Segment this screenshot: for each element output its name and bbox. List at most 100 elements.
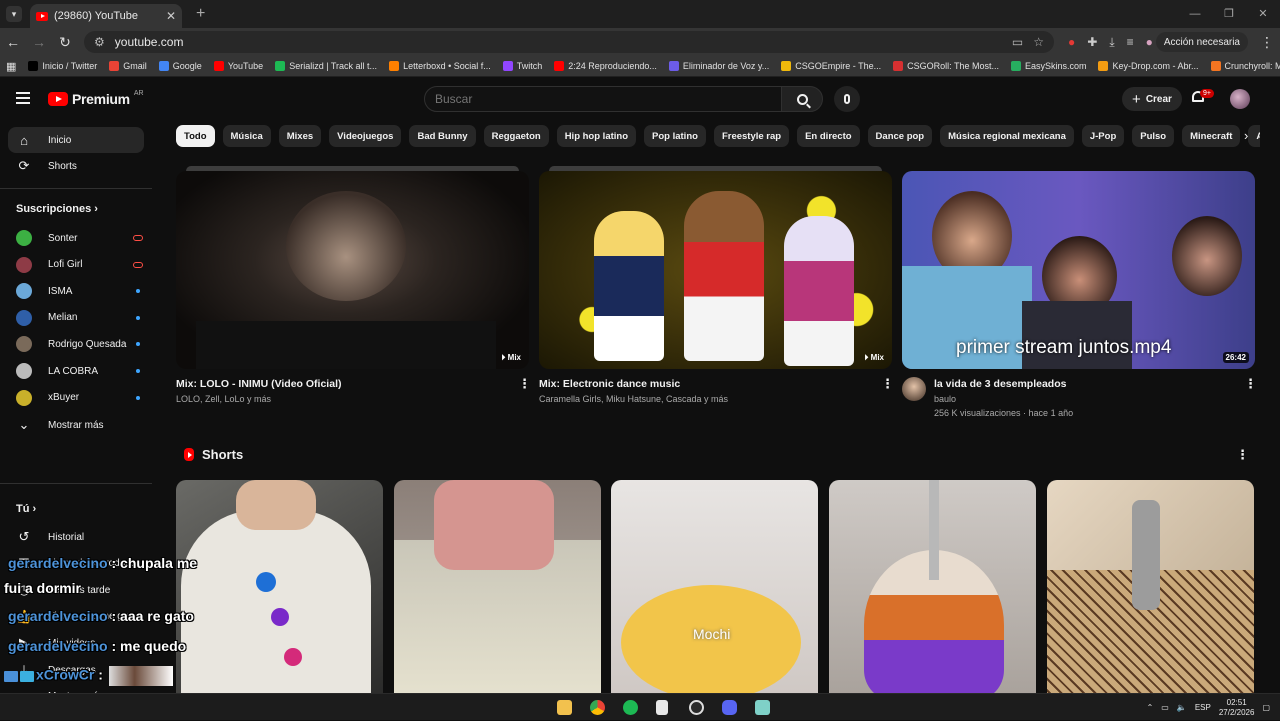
notification-center-icon[interactable]: ▢: [1262, 703, 1270, 712]
video-thumbnail[interactable]: ⏵ Mix: [176, 171, 529, 369]
sidebar-show-more[interactable]: ⌄ Mostrar más: [8, 412, 144, 438]
extension-red-icon[interactable]: ●: [1068, 35, 1075, 49]
app-icon[interactable]: [755, 700, 770, 715]
bookmark-item[interactable]: CSGOEmpire - The...: [781, 61, 881, 71]
category-chip[interactable]: Pulso: [1132, 125, 1175, 147]
sidebar-item-you[interactable]: ↺ Historial: [8, 524, 144, 550]
back-icon[interactable]: ←: [0, 34, 26, 50]
action-required-button[interactable]: Acción necesaria: [1155, 32, 1248, 52]
bookmark-item[interactable]: YouTube: [213, 61, 263, 71]
new-tab-icon[interactable]: +: [196, 5, 205, 23]
close-tab-icon[interactable]: ✕: [166, 9, 176, 23]
youtube-premium-logo[interactable]: Premium AR: [48, 90, 144, 107]
bookmark-item[interactable]: Serializd | Track all t...: [275, 61, 377, 71]
bookmark-item[interactable]: 2:24 Reproduciendo...: [554, 61, 657, 71]
category-chip[interactable]: Mixes: [278, 125, 322, 147]
sidebar-subscription-item[interactable]: ISMA: [8, 278, 144, 304]
input-language[interactable]: ESP: [1195, 703, 1211, 712]
cast-icon[interactable]: ▭: [1012, 35, 1023, 49]
category-chip[interactable]: J-Pop: [1081, 125, 1125, 147]
category-chip[interactable]: Música: [222, 125, 271, 147]
category-chip[interactable]: Pop latino: [644, 125, 706, 147]
category-chip[interactable]: Videojuegos: [329, 125, 402, 147]
category-chip[interactable]: Todo: [176, 125, 215, 147]
video-title[interactable]: Mix: Electronic dance music: [539, 378, 680, 390]
sidebar-item-you[interactable]: ▶ Mis videos: [8, 630, 144, 656]
bookmark-item[interactable]: Crunchyroll: Mira an...: [1210, 61, 1280, 71]
search-button[interactable]: [781, 86, 823, 112]
video-title[interactable]: Mix: LOLO - INIMU (Video Oficial): [176, 378, 341, 390]
short-thumbnail[interactable]: [176, 480, 383, 693]
bookmark-item[interactable]: Eliminador de Voz y...: [668, 61, 769, 71]
video-menu-icon[interactable]: ⋮: [881, 376, 894, 392]
sidebar-subscription-item[interactable]: LA COBRA: [8, 358, 144, 384]
short-thumbnail[interactable]: [829, 480, 1036, 693]
category-chip[interactable]: Reggaeton: [483, 125, 549, 147]
url-text[interactable]: youtube.com: [115, 35, 1002, 49]
media-control-icon[interactable]: ≡: [1127, 35, 1134, 49]
bookmark-item[interactable]: CSGORoll: The Most...: [893, 61, 999, 71]
sidebar-subscription-item[interactable]: Melian: [8, 305, 144, 331]
short-thumbnail[interactable]: [1047, 480, 1254, 693]
reload-icon[interactable]: ↻: [52, 34, 78, 51]
volume-icon[interactable]: 🔈: [1177, 703, 1187, 712]
search-input[interactable]: [424, 86, 782, 112]
category-chip[interactable]: Anime: [1248, 125, 1260, 147]
chrome-icon[interactable]: [590, 700, 605, 715]
sidebar-subscription-item[interactable]: Sonter: [8, 225, 144, 251]
subscriptions-header[interactable]: Suscripciones ›: [16, 203, 98, 215]
clock[interactable]: 02:51 27/2/2026: [1219, 698, 1255, 718]
shorts-menu-icon[interactable]: ⋮: [1236, 447, 1249, 463]
video-title[interactable]: la vida de 3 desempleados: [934, 378, 1066, 390]
menu-hamburger-icon[interactable]: [16, 92, 30, 104]
sidebar-subscription-item[interactable]: Lofi Girl: [8, 252, 144, 278]
sidebar-item-you[interactable]: ⌄Mostrar más: [8, 684, 144, 693]
category-chip[interactable]: Minecraft: [1182, 125, 1241, 147]
category-chip[interactable]: Bad Bunny: [409, 125, 476, 147]
channel-avatar[interactable]: [902, 377, 926, 401]
spotify-icon[interactable]: [623, 700, 638, 715]
browser-menu-icon[interactable]: ⋮: [1254, 34, 1280, 51]
apps-grid-icon[interactable]: ▦: [6, 60, 16, 73]
browser-tab[interactable]: (29860) YouTube ✕: [30, 4, 182, 28]
video-thumbnail[interactable]: primer stream juntos.mp4 26:42: [902, 171, 1255, 369]
sidebar-item-you[interactable]: ◷ Ver más tarde: [8, 577, 144, 603]
obs-icon[interactable]: [689, 700, 704, 715]
you-header[interactable]: Tú ›: [16, 503, 36, 515]
bookmark-item[interactable]: Google: [158, 61, 202, 71]
close-window-icon[interactable]: ✕: [1246, 0, 1280, 28]
network-icon[interactable]: ▭: [1161, 703, 1169, 712]
extensions-puzzle-icon[interactable]: ✚: [1087, 35, 1097, 49]
sidebar-item-you[interactable]: ⤓ Descargas: [8, 657, 144, 683]
create-button[interactable]: + Crear: [1122, 87, 1182, 111]
category-chip[interactable]: En directo: [797, 125, 860, 147]
category-chip[interactable]: Música regional mexicana: [940, 125, 1074, 147]
voice-search-button[interactable]: [834, 86, 860, 112]
sidebar-subscription-item[interactable]: xBuyer: [8, 385, 144, 411]
category-chip[interactable]: Freestyle rap: [713, 125, 790, 147]
tab-search-icon[interactable]: ▾: [6, 6, 22, 22]
sidebar-item-you[interactable]: ☰ Listas de reproducc...: [8, 551, 144, 577]
sidebar-item-you[interactable]: 👍 Videos que me gus...: [8, 604, 144, 630]
account-avatar[interactable]: [1230, 89, 1250, 109]
sidebar-item-shorts[interactable]: ⟳ Shorts: [8, 153, 144, 179]
video-thumbnail[interactable]: ⏵ Mix: [539, 171, 892, 369]
discord-icon[interactable]: [722, 700, 737, 715]
minimize-icon[interactable]: —: [1178, 0, 1212, 28]
omnibox[interactable]: ⚙ youtube.com ▭ ☆: [84, 31, 1054, 53]
sidebar-subscription-item[interactable]: Rodrigo Quesada: [8, 331, 144, 357]
video-menu-icon[interactable]: ⋮: [1244, 376, 1257, 392]
bookmark-item[interactable]: Gmail: [109, 61, 147, 71]
video-channel[interactable]: baulo: [934, 394, 956, 404]
file-explorer-icon[interactable]: [557, 700, 572, 715]
tray-chevron-icon[interactable]: ⌃: [1147, 703, 1154, 712]
short-thumbnail[interactable]: Mochi: [611, 480, 818, 693]
profile-icon[interactable]: ●: [1146, 35, 1153, 49]
sidebar-item-home[interactable]: ⌂ Inicio: [8, 127, 144, 153]
bookmark-star-icon[interactable]: ☆: [1033, 35, 1044, 49]
bookmark-item[interactable]: Key-Drop.com - Abr...: [1098, 61, 1199, 71]
forward-icon[interactable]: →: [26, 34, 52, 50]
category-chip[interactable]: Hip hop latino: [556, 125, 637, 147]
download-icon[interactable]: ⤓: [1109, 35, 1114, 50]
chips-next-icon[interactable]: ›: [1244, 128, 1248, 143]
